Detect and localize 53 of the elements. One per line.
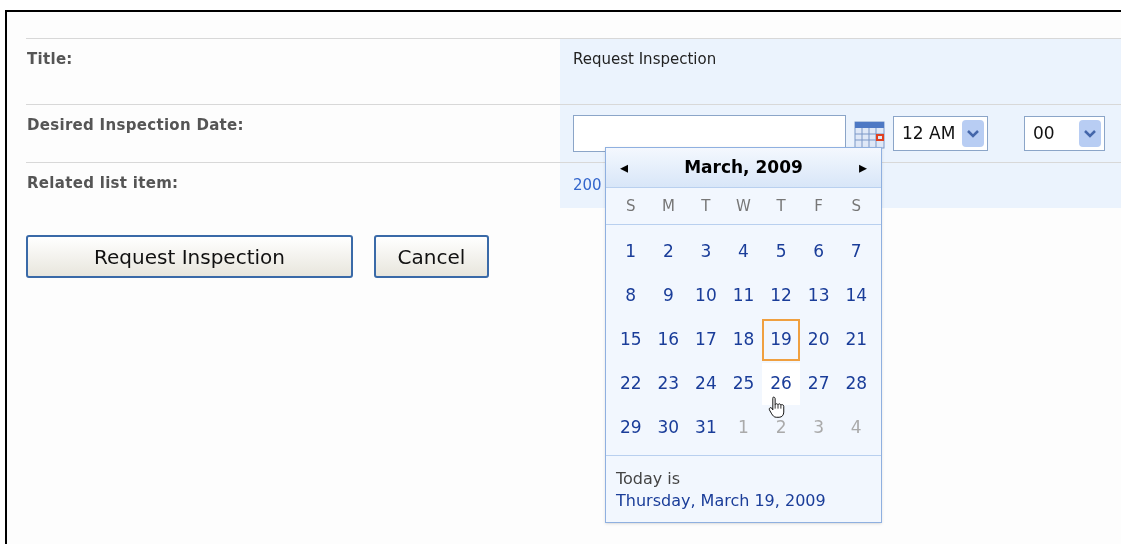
field-label: Desired Inspection Date: — [27, 116, 244, 134]
field-value: Request Inspection — [573, 50, 717, 68]
calendar-day[interactable]: 11 — [724, 275, 763, 317]
month-title: March, 2009 — [684, 155, 803, 179]
submit-button[interactable]: Request Inspection — [26, 235, 353, 278]
weekday-label: S — [851, 195, 861, 217]
field-label: Title: — [27, 50, 73, 68]
weekday-label: T — [776, 195, 786, 217]
calendar-day[interactable]: 26 — [762, 363, 800, 405]
calendar-day[interactable]: 7 — [837, 231, 875, 273]
calendar-day[interactable]: 31 — [687, 407, 725, 449]
calendar-day[interactable]: 5 — [762, 231, 800, 273]
calendar-day[interactable]: 15 — [612, 319, 650, 361]
calendar-day[interactable]: 21 — [837, 319, 875, 361]
hour-select[interactable]: 12 AM — [893, 116, 988, 151]
calendar-day[interactable]: 8 — [612, 275, 650, 317]
calendar-day[interactable]: 16 — [649, 319, 688, 361]
weekday-label: W — [736, 195, 751, 217]
weekday-label: T — [701, 195, 711, 217]
weekday-label: F — [814, 195, 823, 217]
calendar-day[interactable]: 12 — [762, 275, 800, 317]
calendar-day[interactable]: 9 — [649, 275, 688, 317]
calendar-day[interactable]: 2 — [649, 231, 688, 273]
calendar-day[interactable]: 1 — [612, 231, 650, 273]
calendar-day[interactable]: 28 — [837, 363, 875, 405]
calendar-day[interactable]: 6 — [799, 231, 838, 273]
weekday-label: S — [626, 195, 636, 217]
calendar-day[interactable]: 19 — [762, 319, 800, 361]
calendar-day[interactable]: 3 — [687, 231, 725, 273]
calendar-day[interactable]: 18 — [724, 319, 763, 361]
calendar-day[interactable]: 4 — [724, 231, 763, 273]
calendar-day[interactable]: 17 — [687, 319, 725, 361]
weekday-label: M — [661, 195, 675, 217]
calendar-day[interactable]: 25 — [724, 363, 763, 405]
calendar-day[interactable]: 20 — [799, 319, 838, 361]
previous-month-button[interactable]: ◂ — [620, 155, 629, 180]
calendar-day[interactable]: 30 — [649, 407, 688, 449]
today-link[interactable]: Thursday, March 19, 2009 — [616, 490, 871, 512]
calendar-day[interactable]: 23 — [649, 363, 688, 405]
field-label: Related list item: — [27, 174, 179, 192]
minute-select[interactable]: 00 — [1024, 116, 1105, 151]
calendar-day[interactable]: 24 — [687, 363, 725, 405]
today-caption: Today is — [616, 468, 682, 490]
calendar-day[interactable]: 14 — [837, 275, 875, 317]
cancel-button[interactable]: Cancel — [374, 235, 489, 278]
next-month-button[interactable]: ▸ — [858, 155, 867, 180]
item-link[interactable]: 200 — [573, 176, 602, 194]
calendar-day[interactable]: 22 — [612, 363, 650, 405]
calendar-day[interactable]: 10 — [687, 275, 725, 317]
calendar-icon[interactable] — [854, 118, 885, 149]
calendar-day[interactable]: 13 — [799, 275, 838, 317]
calendar-day[interactable]: 27 — [799, 363, 838, 405]
calendar-day[interactable]: 29 — [612, 407, 650, 449]
